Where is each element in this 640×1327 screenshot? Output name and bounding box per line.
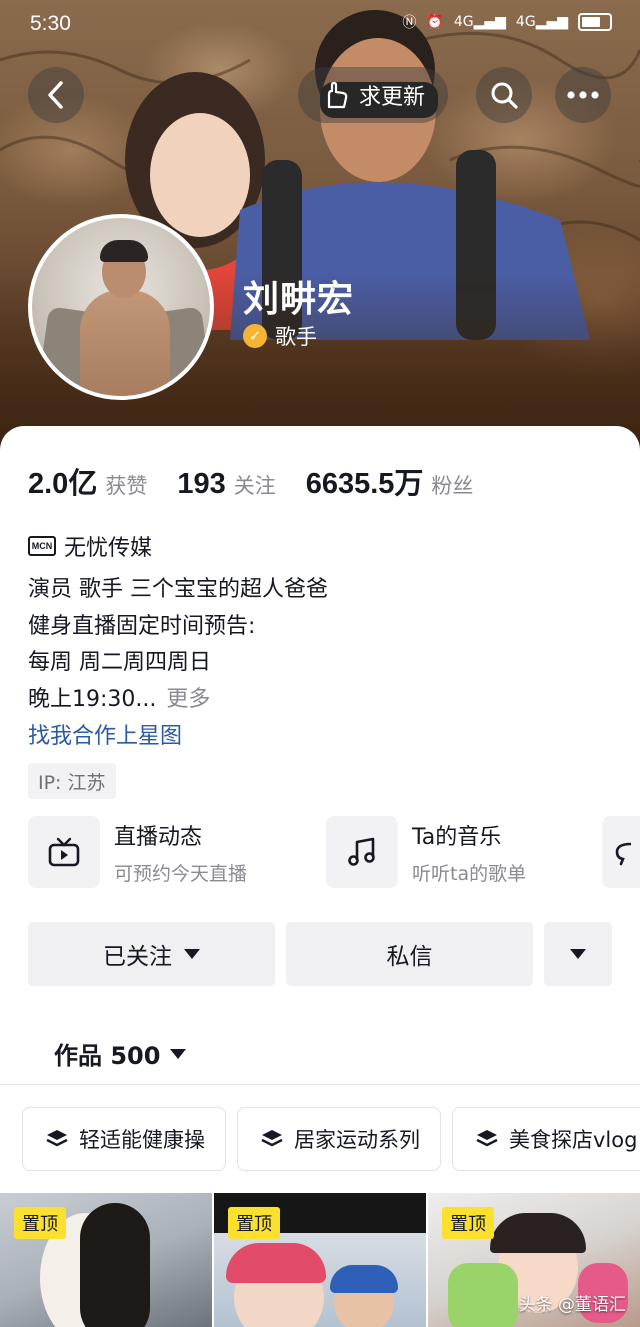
- feature-live-title: 直播动态: [114, 824, 203, 850]
- mcn-name: 无忧传媒: [64, 536, 153, 561]
- stat-likes-value: 2.0亿: [28, 468, 98, 500]
- profile-sheet: 2.0亿 获赞 193 关注 6635.5万 粉丝 MCN 无忧传媒 演员 歌手…: [0, 426, 640, 1327]
- verified-check-icon: ✓: [243, 324, 267, 348]
- bio-line: 每周 周二周四周日: [28, 650, 211, 675]
- collection-chip[interactable]: 美食探店vlog: [452, 1107, 640, 1171]
- stat-following-value: 193: [177, 468, 226, 500]
- collection-chip-label: 居家运动系列: [294, 1128, 420, 1152]
- divider: [0, 1084, 640, 1085]
- pinned-badge: 置顶: [228, 1207, 280, 1239]
- battery-icon: [578, 13, 612, 31]
- message-button[interactable]: 私信: [286, 922, 533, 986]
- request-update-label: 求更新: [358, 85, 425, 110]
- pinned-badge: 置顶: [442, 1207, 494, 1239]
- star-map-link[interactable]: 找我合作上星图: [28, 718, 182, 750]
- signal-icon-2: 4G▂▄▆: [515, 14, 568, 30]
- caret-down-icon: [170, 1048, 187, 1059]
- collection-chip-label: 轻适能健康操: [79, 1128, 205, 1152]
- status-time: 5:30: [30, 12, 71, 35]
- ip-location-tag: IP: 江苏: [28, 763, 116, 799]
- layers-icon: [261, 1130, 283, 1147]
- bio-line: 演员 歌手 三个宝宝的超人爸爸: [28, 577, 328, 602]
- stats-row: 2.0亿 获赞 193 关注 6635.5万 粉丝: [28, 460, 503, 502]
- back-button[interactable]: [28, 67, 84, 123]
- recommend-dropdown-button[interactable]: [544, 922, 612, 986]
- bio-line-last: 晚上19:30... 更多: [28, 682, 328, 719]
- layers-icon: [46, 1130, 68, 1147]
- status-bar: 5:30 Ⓝ ⏰ 4G▂▄▆ 4G▂▄▆: [0, 0, 640, 50]
- search-icon: [491, 82, 518, 109]
- feature-live-subtitle: 可预约今天直播: [114, 862, 248, 885]
- collection-chip[interactable]: 居家运动系列: [237, 1107, 441, 1171]
- stat-fans-label: 粉丝: [431, 474, 474, 498]
- video-tile[interactable]: 置顶 头条 @董语汇: [428, 1193, 640, 1327]
- feature-music-title: Ta的音乐: [412, 824, 502, 850]
- bio-more-link[interactable]: 更多: [166, 687, 210, 712]
- more-dots-icon: [567, 91, 599, 99]
- mcn-row[interactable]: MCN 无忧传媒: [28, 530, 152, 562]
- following-label: 已关注: [103, 944, 172, 970]
- tap-hand-icon: [327, 81, 348, 109]
- bio: 演员 歌手 三个宝宝的超人爸爸 健身直播固定时间预告: 每周 周二周四周日 晚上…: [28, 572, 328, 718]
- status-icons: Ⓝ ⏰ 4G▂▄▆ 4G▂▄▆: [402, 12, 612, 32]
- more-button[interactable]: [555, 67, 611, 123]
- collection-chip-label: 美食探店vlog: [509, 1128, 638, 1152]
- nfc-icon: Ⓝ: [402, 15, 417, 31]
- video-tile[interactable]: 置顶: [214, 1193, 426, 1327]
- following-button[interactable]: 已关注: [28, 922, 275, 986]
- stat-following-label: 关注: [233, 474, 276, 498]
- bio-line: 健身直播固定时间预告:: [28, 613, 256, 639]
- feature-more[interactable]: [602, 816, 640, 888]
- caret-down-icon: [570, 949, 586, 959]
- video-tile[interactable]: 置顶: [0, 1193, 212, 1327]
- avatar[interactable]: [28, 214, 214, 400]
- tv-icon: [28, 816, 100, 888]
- collection-chip[interactable]: 轻适能健康操: [22, 1107, 226, 1171]
- feature-live-schedule[interactable]: 直播动态 可预约今天直播: [28, 816, 247, 888]
- bio-line: 晚上19:30...: [28, 686, 157, 712]
- chat-bubble-icon: [602, 816, 640, 888]
- stat-fans-value: 6635.5万: [305, 468, 424, 500]
- stat-following[interactable]: 193 关注: [177, 468, 275, 501]
- profile-name: 刘畊宏: [243, 279, 355, 320]
- back-arrow-icon: [48, 81, 63, 109]
- layers-icon: [476, 1130, 498, 1147]
- tab-works-label: 作品 500: [54, 1042, 161, 1070]
- stat-likes[interactable]: 2.0亿 获赞: [28, 460, 147, 502]
- alarm-icon: ⏰: [426, 14, 444, 30]
- feature-music[interactable]: Ta的音乐 听听ta的歌单: [326, 816, 526, 888]
- music-note-icon: [326, 816, 398, 888]
- verified-title: 歌手: [275, 325, 317, 349]
- watermark: 头条 @董语汇: [518, 1295, 626, 1315]
- request-update-button[interactable]: 求更新: [298, 67, 448, 123]
- stat-likes-label: 获赞: [105, 474, 148, 498]
- caret-down-icon: [184, 949, 200, 959]
- search-button[interactable]: [476, 67, 532, 123]
- tab-works[interactable]: 作品 500: [54, 1036, 187, 1071]
- signal-icon: 4G▂▄▆: [453, 14, 506, 30]
- verification: ✓ 歌手: [243, 321, 317, 351]
- message-label: 私信: [386, 944, 433, 970]
- video-grid: 置顶 置顶 置顶 头条 @董语汇: [0, 1193, 640, 1327]
- feature-music-subtitle: 听听ta的歌单: [412, 862, 527, 885]
- stat-fans[interactable]: 6635.5万 粉丝: [306, 460, 474, 502]
- mcn-icon: MCN: [28, 536, 56, 556]
- collection-chips: 轻适能健康操 居家运动系列 美食探店vlog: [22, 1107, 640, 1171]
- pinned-badge: 置顶: [14, 1207, 66, 1239]
